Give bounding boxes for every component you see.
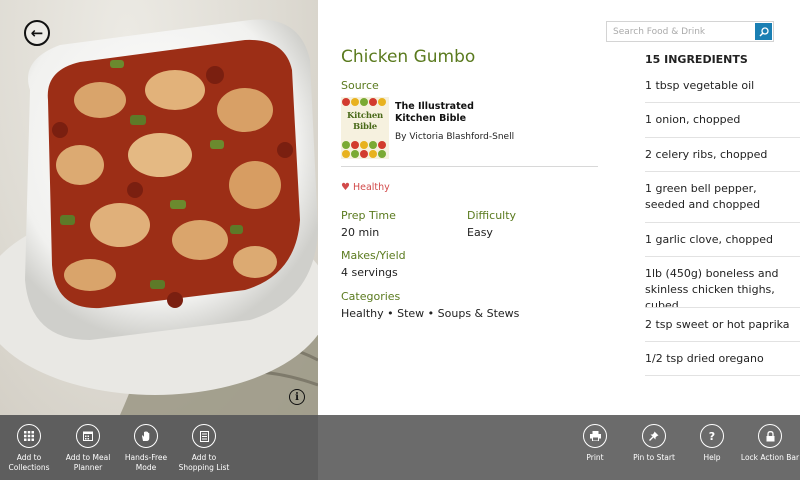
add-to-meal-planner-label: Add to Meal Planner: [65, 453, 111, 472]
pin-glyph: [649, 431, 659, 441]
ingredient-item: 1 tbsp vegetable oil: [645, 69, 800, 103]
search-icon[interactable]: [755, 23, 772, 40]
ingredient-item: 2 celery ribs, chopped: [645, 138, 800, 172]
help-icon: ?: [700, 424, 724, 448]
ingredient-item: 1 onion, chopped: [645, 103, 800, 138]
search-box: [606, 21, 774, 42]
lock-glyph: [766, 430, 774, 441]
add-to-collections-button[interactable]: Add to Collections: [0, 424, 62, 472]
list-icon: [192, 424, 216, 448]
yield-value: 4 servings: [341, 266, 398, 279]
add-to-shopping-list-label: Add to Shopping List: [178, 453, 230, 472]
categories-value: Healthy • Stew • Soups & Stews: [341, 307, 520, 320]
info-icon[interactable]: i: [289, 389, 305, 405]
gumbo-photo: [0, 19, 318, 415]
book-title-link[interactable]: The Illustrated Kitchen Bible: [395, 101, 505, 125]
book-cover-image[interactable]: Kitchen Bible: [341, 97, 389, 159]
ingredients-list: 1 tbsp vegetable oil 1 onion, chopped 2 …: [645, 69, 800, 376]
prep-time-label: Prep Time: [341, 209, 396, 222]
heart-icon: ♥: [341, 182, 350, 193]
lock-action-bar-label: Lock Action Bar: [740, 453, 800, 462]
hands-free-mode-label: Hands-Free Mode: [124, 453, 168, 472]
help-button[interactable]: ? Help: [679, 424, 745, 463]
hand-icon: [134, 424, 158, 448]
source-label: Source: [341, 79, 379, 92]
app-bar: Add to Collections Add to Meal Planner H…: [0, 415, 800, 480]
help-label: Help: [703, 453, 721, 462]
categories-label: Categories: [341, 290, 401, 303]
divider: [341, 166, 598, 167]
search-glyph: [758, 26, 769, 37]
pin-to-start-button[interactable]: Pin to Start: [621, 424, 687, 463]
search-input[interactable]: [607, 22, 754, 41]
pin-to-start-label: Pin to Start: [633, 453, 675, 462]
recipe-title: Chicken Gumbo: [341, 47, 476, 67]
add-to-meal-planner-button[interactable]: Add to Meal Planner: [55, 424, 121, 472]
difficulty-label: Difficulty: [467, 209, 517, 222]
add-to-shopping-list-button[interactable]: Add to Shopping List: [171, 424, 237, 472]
healthy-tag: ♥ Healthy: [341, 182, 390, 193]
prep-time-value: 20 min: [341, 226, 380, 239]
yield-label: Makes/Yield: [341, 249, 406, 262]
calendar-glyph: [83, 431, 93, 441]
grid-glyph: [24, 431, 34, 441]
ingredients-heading: 15 INGREDIENTS: [645, 53, 748, 66]
grid-icon: [17, 424, 41, 448]
lock-action-bar-button[interactable]: Lock Action Bar: [737, 424, 800, 463]
hand-glyph: [142, 430, 150, 441]
lock-icon: [758, 424, 782, 448]
hands-free-mode-button[interactable]: Hands-Free Mode: [113, 424, 179, 472]
book-author: By Victoria Blashford-Snell: [395, 132, 515, 142]
print-label: Print: [586, 453, 604, 462]
ingredient-item: 1/2 tsp dried oregano: [645, 342, 800, 376]
list-glyph: [199, 430, 209, 442]
pin-icon: [642, 424, 666, 448]
ingredient-item: 1lb (450g) boneless and skinless chicken…: [645, 257, 800, 308]
print-button[interactable]: Print: [562, 424, 628, 463]
healthy-label: Healthy: [352, 182, 390, 193]
add-to-collections-label: Add to Collections: [8, 453, 50, 472]
back-arrow-icon[interactable]: ←: [24, 20, 50, 46]
calendar-icon: [76, 424, 100, 448]
recipe-hero-image: ← i: [0, 0, 318, 415]
book-cover-title: Kitchen Bible: [346, 111, 384, 132]
ingredient-item: 1 green bell pepper, seeded and chopped: [645, 172, 800, 223]
print-icon: [583, 424, 607, 448]
ingredient-item: 2 tsp sweet or hot paprika: [645, 308, 800, 342]
difficulty-value: Easy: [467, 226, 493, 239]
ingredient-item: 1 garlic clove, chopped: [645, 223, 800, 257]
print-glyph: [589, 431, 601, 441]
